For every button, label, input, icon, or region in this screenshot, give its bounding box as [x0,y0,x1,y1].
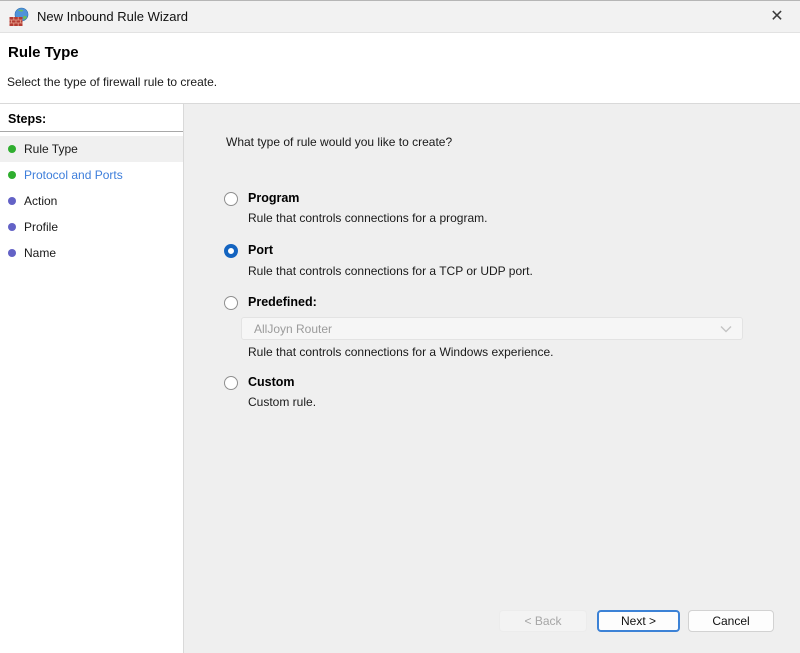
window-title: New Inbound Rule Wizard [37,9,189,24]
chevron-down-icon [720,325,732,332]
radio-program[interactable] [224,192,238,206]
radio-program-description: Rule that controls connections for a pro… [248,211,488,225]
new-inbound-rule-wizard-window: New Inbound Rule Wizard ✕ Rule Type Sele… [0,0,800,653]
radio-custom[interactable] [224,376,238,390]
radio-port-description: Rule that controls connections for a TCP… [248,264,533,278]
body-area: Steps: Rule Type Protocol and Ports Acti… [0,103,800,653]
sidebar-item-rule-type[interactable]: Rule Type [0,136,183,162]
sidebar-item-name: Name [0,240,183,266]
radio-custom-description: Custom rule. [248,395,317,409]
step-bullet-icon [8,197,16,205]
step-label: Action [24,194,58,208]
radio-predefined-description: Rule that controls connections for a Win… [248,345,554,359]
radio-predefined-label[interactable]: Predefined: [248,295,317,309]
radio-port[interactable] [224,244,238,258]
step-label: Protocol and Ports [24,168,123,182]
step-label: Name [24,246,57,260]
step-bullet-icon [8,145,16,153]
cancel-button[interactable]: Cancel [688,610,774,632]
close-button[interactable]: ✕ [762,3,792,31]
steps-list: Rule Type Protocol and Ports Action Prof… [0,136,183,266]
steps-divider [0,131,183,132]
question-text: What type of rule would you like to crea… [226,135,453,149]
sidebar-item-action: Action [0,188,183,214]
step-bullet-icon [8,171,16,179]
page-header: Rule Type Select the type of firewall ru… [0,33,800,103]
step-bullet-icon [8,249,16,257]
back-button[interactable]: < Back [499,610,587,632]
step-label: Rule Type [24,142,78,156]
radio-predefined[interactable] [224,296,238,310]
radio-program-label[interactable]: Program [248,191,299,205]
next-button[interactable]: Next > [597,610,680,632]
main-content: What type of rule would you like to crea… [185,104,800,653]
page-title: Rule Type [8,44,79,61]
titlebar: New Inbound Rule Wizard ✕ [0,0,800,33]
predefined-rule-select[interactable]: AllJoyn Router [241,317,743,340]
steps-heading: Steps: [8,112,47,126]
radio-custom-label[interactable]: Custom [248,375,295,389]
page-subtitle: Select the type of firewall rule to crea… [7,75,218,89]
step-label: Profile [24,220,59,234]
step-bullet-icon [8,223,16,231]
sidebar-item-protocol-and-ports[interactable]: Protocol and Ports [0,162,183,188]
predefined-rule-select-value: AllJoyn Router [254,321,333,336]
radio-port-label[interactable]: Port [248,243,273,257]
firewall-icon [9,7,29,26]
sidebar-item-profile: Profile [0,214,183,240]
steps-sidebar: Steps: Rule Type Protocol and Ports Acti… [0,104,184,653]
